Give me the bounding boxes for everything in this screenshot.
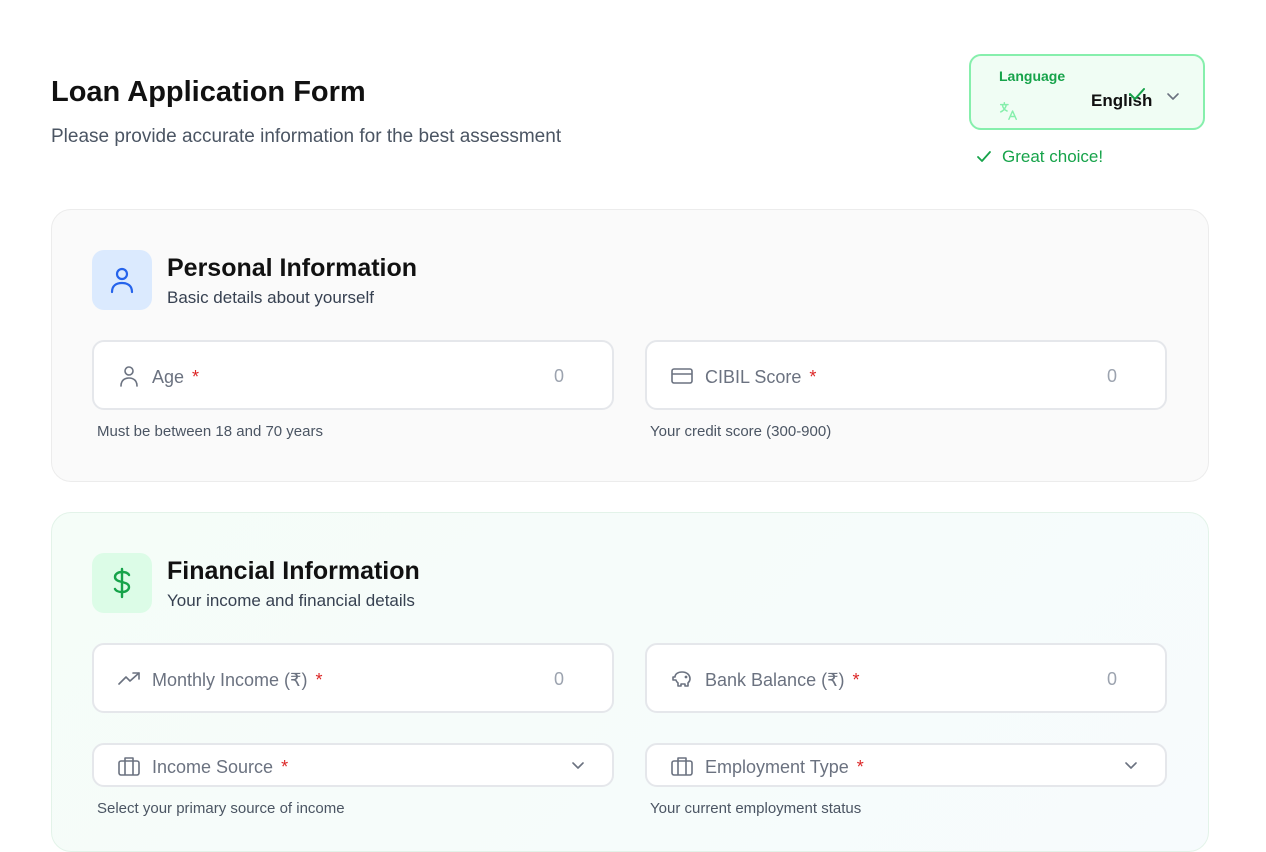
- employment-type-label: Employment Type *: [705, 757, 864, 777]
- chevron-down-icon: [572, 762, 584, 769]
- user-icon: [120, 366, 138, 387]
- language-select[interactable]: Language English: [969, 54, 1205, 130]
- piggy-bank-icon: [672, 671, 691, 687]
- cibil-score-hint: Your credit score (300-900): [650, 423, 832, 440]
- section-description: Basic details about yourself: [167, 288, 374, 307]
- bank-balance-value: 0: [1106, 669, 1117, 689]
- cibil-score-value: 0: [1106, 366, 1117, 386]
- check-icon: [1129, 88, 1145, 100]
- income-source-label: Income Source *: [152, 757, 289, 777]
- credit-card-icon: [671, 368, 693, 384]
- dollar-icon: [92, 553, 152, 613]
- chevron-down-icon: [1167, 93, 1179, 100]
- language-confirmation: Great choice!: [976, 147, 1103, 167]
- income-source-select[interactable]: Income Source *: [92, 743, 614, 787]
- trending-up-icon: [118, 672, 140, 685]
- personal-information-section: Personal Information Basic details about…: [51, 209, 1209, 482]
- language-label: Language: [999, 68, 1066, 84]
- employment-type-hint: Your current employment status: [650, 800, 862, 817]
- monthly-income-label: Monthly Income (₹) *: [152, 670, 323, 690]
- section-description: Your income and financial details: [167, 591, 415, 610]
- age-value: 0: [553, 366, 564, 386]
- section-title: Financial Information: [167, 557, 420, 585]
- cibil-score-label: CIBIL Score *: [705, 367, 817, 387]
- translate-icon: [999, 102, 1017, 120]
- employment-type-select[interactable]: Employment Type *: [645, 743, 1167, 787]
- page-subtitle: Please provide accurate information for …: [51, 126, 562, 147]
- financial-information-section: Financial Information Your income and fi…: [51, 512, 1209, 852]
- chevron-down-icon: [1125, 762, 1137, 769]
- age-label: Age *: [152, 367, 200, 387]
- age-hint: Must be between 18 and 70 years: [97, 423, 323, 440]
- bank-balance-label: Bank Balance (₹) *: [705, 670, 860, 690]
- confirmation-text: Great choice!: [1002, 147, 1104, 166]
- user-icon: [92, 250, 152, 310]
- briefcase-icon: [671, 757, 693, 776]
- section-title: Personal Information: [167, 254, 418, 282]
- check-icon: [977, 151, 991, 162]
- income-source-hint: Select your primary source of income: [97, 800, 345, 817]
- monthly-income-field[interactable]: Monthly Income (₹) * 0: [92, 643, 614, 713]
- monthly-income-value: 0: [553, 669, 564, 689]
- bank-balance-field[interactable]: Bank Balance (₹) * 0: [645, 643, 1167, 713]
- cibil-score-field[interactable]: CIBIL Score * 0: [645, 340, 1167, 410]
- page-title: Loan Application Form: [51, 76, 366, 108]
- age-field[interactable]: Age * 0: [92, 340, 614, 410]
- briefcase-icon: [118, 757, 140, 776]
